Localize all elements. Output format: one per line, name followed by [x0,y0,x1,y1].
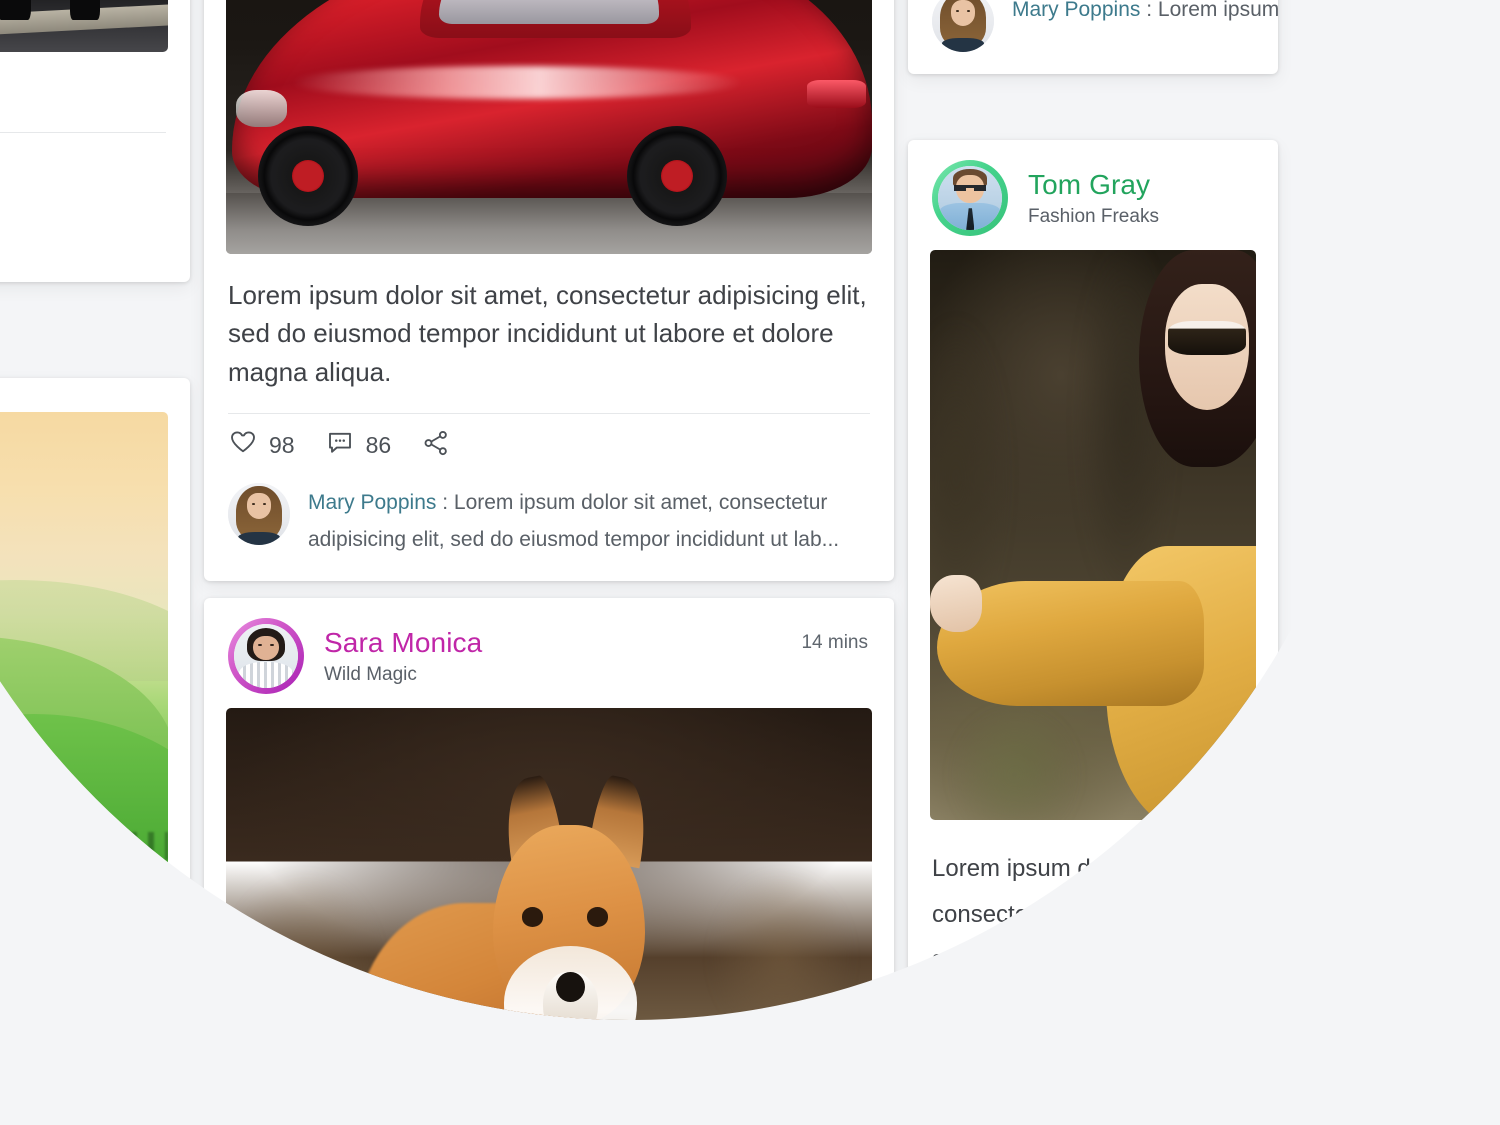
post-body-text [0,52,190,110]
avatar-eye [262,503,266,506]
avatar-eye [251,503,255,506]
comment-count: 86 [365,432,392,459]
post-card-car[interactable]: Lorem ipsum dolor sit amet, consectetur … [204,0,894,581]
brake-caliper [292,159,325,192]
post-body-text: Lorem ipsum dolor sit amet, consectetur … [932,855,1234,1065]
car-taillight [807,80,866,109]
feed-container: et, consectetur cididunt ut lab... 18 mi… [0,0,1385,1125]
comment-separator: : [1140,0,1158,21]
sara-monica-avatar[interactable] [228,618,304,694]
heart-icon[interactable] [228,428,258,463]
hill-flowers [0,882,168,928]
street-crowd-image [0,0,168,52]
post-comment[interactable]: Mary Poppins : Lorem ipsum dolor sit ame… [204,469,894,581]
post-actions[interactable] [0,133,190,171]
comment-action[interactable]: 86 [325,428,392,463]
post-comment[interactable]: et, consectetur cididunt ut lab... [0,171,190,283]
fox-eye [521,907,544,927]
street-person [0,0,32,20]
avatar-image [938,166,1002,230]
avatar-portrait [234,624,298,688]
avatar-face [253,635,279,660]
post-author-block: Sara Monica Wild Magic [324,625,482,687]
avatar-eye [966,9,970,12]
red-fox-image [226,708,872,1125]
fox-tail [297,997,421,1020]
car-wheel [626,125,727,226]
avatar-face [950,0,976,26]
car-window [439,0,659,24]
post-author-block: Tom Gray Fashion Freaks [1028,167,1159,229]
post-card-sara-monica[interactable]: Sara Monica Wild Magic 14 mins [204,598,894,1125]
hill-trees [0,832,168,860]
post-media-fox[interactable] [226,708,872,1125]
fox-leg [442,1058,464,1125]
post-author-subtitle: Wild Magic [324,664,417,686]
like-action[interactable]: 98 [228,428,295,463]
post-card-left-top[interactable]: et, consectetur cididunt ut lab... [0,0,190,283]
comment-icon[interactable] [325,428,355,463]
car-highlight [290,66,743,99]
post-header: Sara Monica Wild Magic 14 mins [204,598,894,708]
post-actions[interactable]: 98 86 [204,414,894,469]
avatar-glasses [954,185,986,191]
fox-leg [478,1058,500,1125]
post-card-tom-gray[interactable]: Tom Gray Fashion Freaks Lorem ipsum dolo… [908,140,1278,1065]
tom-gray-avatar[interactable] [932,160,1008,236]
comment-text: Mary Poppins : Lorem ipsum dolor sit ame… [1012,0,1278,29]
avatar-body [239,662,293,688]
post-header: Tom Gray Fashion Freaks [908,140,1278,250]
mary-poppins-avatar[interactable] [932,0,994,52]
post-card-right-top[interactable]: Mary Poppins : Lorem ipsum dolor sit ame… [908,0,1278,74]
comment-author[interactable]: Mary Poppins [1012,0,1140,21]
avatar-body [237,531,281,546]
sunglasses-icon [1168,321,1247,356]
fox-eye [586,907,609,927]
avatar-eye [955,9,959,12]
post-author-subtitle: Fashion Freaks [1028,206,1159,228]
post-header: 18 mins [0,378,190,433]
post-card-left-bottom[interactable]: 18 mins [0,378,190,972]
post-body-text: Lorem ipsum dolor sit amet, consectetur … [228,280,867,387]
red-sports-car-image [226,0,872,254]
avatar-body [941,38,985,52]
circular-mask: et, consectetur cididunt ut lab... 18 mi… [0,0,1385,1125]
post-media-car[interactable] [226,0,872,254]
post-media-hills[interactable] [0,412,168,972]
green-hills-image [0,412,168,972]
avatar-portrait [938,166,1002,230]
comment-separator: : [436,491,454,515]
brake-caliper [660,159,693,192]
avatar-portrait [228,483,290,546]
post-timestamp: 14 mins [801,632,868,653]
fox-leg [565,1058,587,1125]
car-wheel [258,125,359,226]
post-media-woman[interactable] [930,250,1256,820]
mary-poppins-avatar[interactable] [228,483,290,546]
avatar-portrait [932,0,994,52]
post-author-name[interactable]: Tom Gray [1028,167,1159,202]
comment-author[interactable]: Mary Poppins [308,491,436,514]
hill-layer [0,826,168,972]
like-count: 98 [269,432,295,459]
post-media-street[interactable] [0,0,168,52]
share-icon[interactable] [421,428,451,463]
fox-leg [532,1058,554,1125]
car-headlight [235,89,288,128]
comment-text: Mary Poppins : Lorem ipsum dolor sit ame… [308,483,870,559]
post-author-name[interactable]: Sara Monica [324,625,482,660]
fox-nose [555,972,585,1003]
fox-figure [297,756,717,1125]
hill-layer [0,714,168,872]
post-comment[interactable]: Mary Poppins : Lorem ipsum dolor sit ame… [908,0,1278,74]
avatar-image [234,624,298,688]
woman-hand [930,574,983,632]
screenshot-stage: et, consectetur cididunt ut lab... 18 mi… [0,0,1500,1125]
comment-body: Lorem ipsum dolor sit amet, consectetur … [1157,0,1278,21]
street-person [70,0,100,20]
woman-in-yellow-dress-image [930,250,1256,820]
share-action[interactable] [421,428,451,463]
